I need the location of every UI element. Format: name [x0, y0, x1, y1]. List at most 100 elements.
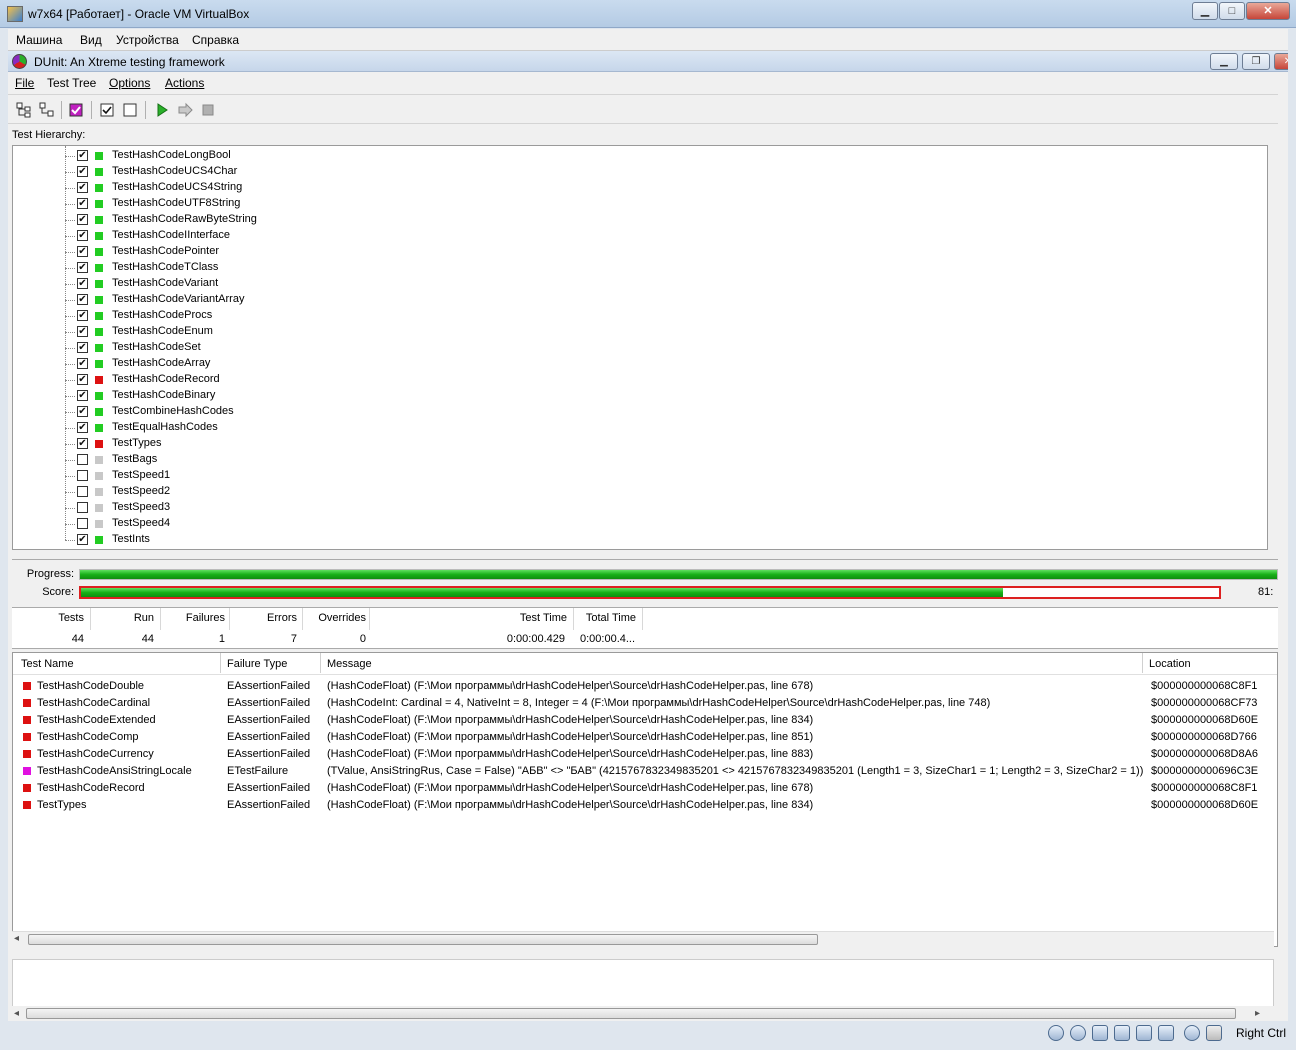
shared-folders-icon[interactable]	[1136, 1025, 1152, 1041]
vbox-menu-help[interactable]: Справка	[192, 33, 239, 47]
tree-node[interactable]: ✔ TestHashCodeArray	[13, 356, 1267, 372]
tree-node[interactable]: ✔ TestHashCodeRawByteString	[13, 212, 1267, 228]
tree-node-checkbox[interactable]: ✔	[77, 262, 88, 273]
tree-node-checkbox[interactable]: ✔	[77, 358, 88, 369]
tree-node[interactable]: ✔ TestHashCodeLongBool	[13, 148, 1267, 164]
tree-node-checkbox[interactable]: ✔	[77, 326, 88, 337]
tree-node-checkbox[interactable]: ✔	[77, 310, 88, 321]
collapse-tree-icon[interactable]	[39, 102, 55, 118]
guest-horizontal-scrollbar[interactable]: ◂ ▸	[8, 1006, 1278, 1021]
tree-node-checkbox[interactable]: ✔	[77, 246, 88, 257]
failures-header-test-name[interactable]: Test Name	[21, 658, 74, 670]
tree-node-checkbox[interactable]	[77, 470, 88, 481]
tree-node[interactable]: ✔ TestHashCodeVariant	[13, 276, 1267, 292]
tree-node-checkbox[interactable]	[77, 454, 88, 465]
failures-header-message[interactable]: Message	[327, 658, 372, 670]
failure-row[interactable]: TestHashCodeRecord EAssertionFailed (HashC…	[13, 780, 1277, 797]
menu-test-tree[interactable]: Test Tree	[47, 76, 96, 90]
scroll-thumb[interactable]	[28, 934, 818, 945]
failure-row[interactable]: TestHashCodeExtended EAssertionFailed (Has…	[13, 712, 1277, 729]
deselect-all-icon[interactable]	[122, 102, 138, 118]
tree-node-checkbox[interactable]: ✔	[77, 166, 88, 177]
menu-file[interactable]: File	[15, 76, 34, 90]
tree-node-checkbox[interactable]: ✔	[77, 406, 88, 417]
usb-icon[interactable]	[1092, 1025, 1108, 1041]
tree-node-checkbox[interactable]: ✔	[77, 390, 88, 401]
failures-header-failure-type[interactable]: Failure Type	[227, 658, 287, 670]
maximize-button[interactable]: □	[1219, 2, 1245, 20]
dunit-minimize-button[interactable]: ▁	[1210, 53, 1238, 70]
tree-node[interactable]: ✔ TestHashCodeBinary	[13, 388, 1267, 404]
tree-node[interactable]: ✔ TestHashCodePointer	[13, 244, 1267, 260]
tree-node-checkbox[interactable]: ✔	[77, 342, 88, 353]
failures-horizontal-scrollbar[interactable]: ◂	[12, 931, 1274, 947]
tree-node[interactable]: ✔ TestHashCodeUCS4String	[13, 180, 1267, 196]
tree-node[interactable]: ✔ TestHashCodeRecord	[13, 372, 1267, 388]
failure-row[interactable]: TestHashCodeCurrency EAssertionFailed (Has…	[13, 746, 1277, 763]
tree-node[interactable]: ✔ TestInts	[13, 532, 1267, 548]
network-icon[interactable]	[1114, 1025, 1130, 1041]
tree-node-checkbox[interactable]: ✔	[77, 150, 88, 161]
scroll-thumb[interactable]	[26, 1008, 1236, 1019]
scroll-left-icon[interactable]: ◂	[14, 1008, 19, 1019]
tree-node[interactable]: ✔ TestEqualHashCodes	[13, 420, 1267, 436]
failure-row[interactable]: TestHashCodeCardinal EAssertionFailed (Has…	[13, 695, 1277, 712]
select-all-icon[interactable]	[99, 102, 115, 118]
tree-node[interactable]: ✔ TestHashCodeUTF8String	[13, 196, 1267, 212]
vbox-menu-machine[interactable]: Машина	[16, 33, 62, 47]
tree-node[interactable]: TestSpeed1	[13, 468, 1267, 484]
tree-node[interactable]: ✔ TestHashCodeVariantArray	[13, 292, 1267, 308]
hard-disk-icon[interactable]	[1048, 1025, 1064, 1041]
message-text-area[interactable]	[12, 959, 1274, 1007]
tree-node[interactable]: TestSpeed2	[13, 484, 1267, 500]
run-icon[interactable]	[154, 102, 170, 118]
mouse-integration-icon[interactable]	[1184, 1025, 1200, 1041]
tree-node-checkbox[interactable]	[77, 486, 88, 497]
tree-node-checkbox[interactable]	[77, 518, 88, 529]
tree-node[interactable]: ✔ TestHashCodeSet	[13, 340, 1267, 356]
tree-node[interactable]: ✔ TestHashCodeEnum	[13, 324, 1267, 340]
run-selected-icon[interactable]	[177, 102, 193, 118]
scroll-right-icon[interactable]: ▸	[1255, 1008, 1260, 1019]
failures-list[interactable]: Test Name Failure Type Message Location …	[12, 652, 1278, 947]
tree-node-checkbox[interactable]: ✔	[77, 438, 88, 449]
failure-row[interactable]: TestHashCodeAnsiStringLocale ETestFailure…	[13, 763, 1277, 780]
tree-node-checkbox[interactable]: ✔	[77, 230, 88, 241]
tree-node-checkbox[interactable]: ✔	[77, 182, 88, 193]
tree-node-checkbox[interactable]: ✔	[77, 278, 88, 289]
vbox-menu-devices[interactable]: Устройства	[116, 33, 179, 47]
stop-icon[interactable]	[200, 102, 216, 118]
vbox-menu-view[interactable]: Вид	[80, 33, 102, 47]
tree-node-checkbox[interactable]: ✔	[77, 422, 88, 433]
optical-drive-icon[interactable]	[1070, 1025, 1086, 1041]
minimize-button[interactable]: ▁	[1192, 2, 1218, 20]
dunit-close-button[interactable]: ✕	[1274, 53, 1288, 70]
tree-node[interactable]: ✔ TestTypes	[13, 436, 1267, 452]
tree-node[interactable]: TestSpeed3	[13, 500, 1267, 516]
tree-node[interactable]: ✔ TestHashCodeTClass	[13, 260, 1267, 276]
failures-header-location[interactable]: Location	[1149, 658, 1191, 670]
tree-node-checkbox[interactable]: ✔	[77, 534, 88, 545]
tree-node-checkbox[interactable]: ✔	[77, 374, 88, 385]
failure-row[interactable]: TestHashCodeComp EAssertionFailed (HashCod…	[13, 729, 1277, 746]
scroll-left-icon[interactable]: ◂	[14, 933, 19, 944]
tree-node[interactable]: ✔ TestHashCodeUCS4Char	[13, 164, 1267, 180]
display-icon[interactable]	[1158, 1025, 1174, 1041]
tree-node-checkbox[interactable]	[77, 502, 88, 513]
tree-node-checkbox[interactable]: ✔	[77, 214, 88, 225]
tree-node[interactable]: TestBags	[13, 452, 1267, 468]
tree-node[interactable]: ✔ TestHashCodeIInterface	[13, 228, 1267, 244]
tree-node[interactable]: ✔ TestCombineHashCodes	[13, 404, 1267, 420]
host-key-icon[interactable]	[1206, 1025, 1222, 1041]
menu-actions[interactable]: Actions	[165, 76, 204, 90]
select-failed-icon[interactable]	[68, 102, 84, 118]
dunit-restore-button[interactable]: ❐	[1242, 53, 1270, 70]
tree-node[interactable]: ✔ TestHashCodeProcs	[13, 308, 1267, 324]
expand-tree-icon[interactable]	[16, 102, 32, 118]
test-tree[interactable]: ✔ TestHashCodeLongBool ✔ TestHashCodeUCS4Ch…	[12, 145, 1268, 550]
failure-row[interactable]: TestTypes EAssertionFailed (HashCodeFloat)…	[13, 797, 1277, 814]
tree-node-checkbox[interactable]: ✔	[77, 198, 88, 209]
close-button[interactable]: ✕	[1246, 2, 1290, 20]
tree-node-checkbox[interactable]: ✔	[77, 294, 88, 305]
menu-options[interactable]: Options	[109, 76, 150, 90]
